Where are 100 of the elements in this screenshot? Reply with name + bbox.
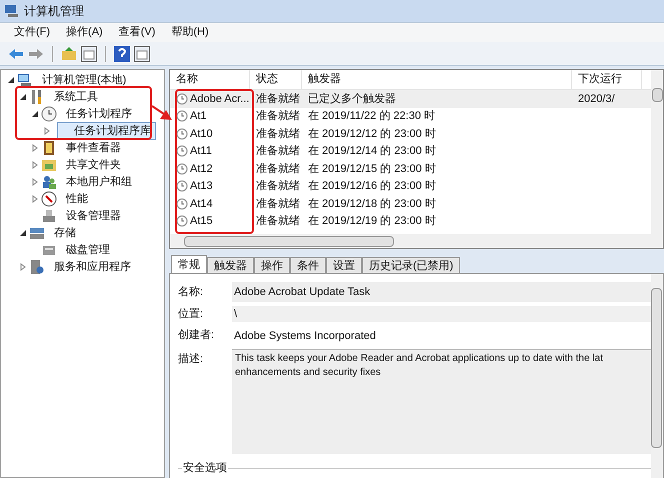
vertical-scrollbar[interactable] [651, 274, 663, 478]
table-cell-text: 在 2019/12/19 的 23:00 时 [307, 214, 437, 229]
pane-toggle-icon[interactable] [81, 46, 97, 62]
task-row[interactable]: At1 准备就绪 在 2019/11/22 的 22:30 时 [170, 108, 651, 125]
name-field[interactable]: Adobe Acrobat Update Task [232, 282, 651, 302]
tree-item[interactable]: 磁盘管理 [61, 240, 115, 258]
table-cell-text: 在 2019/12/18 的 23:00 时 [307, 196, 437, 212]
collapse-arrow-icon[interactable] [31, 110, 39, 118]
column-header[interactable]: 状态 [250, 70, 302, 89]
expand-arrow-icon[interactable] [31, 194, 39, 202]
tree-item[interactable]: 性能 [61, 190, 93, 208]
collapse-arrow-icon[interactable] [7, 76, 15, 84]
folder-up-icon[interactable] [61, 46, 77, 62]
clock-icon [176, 180, 188, 192]
description-field[interactable]: This task keeps your Adobe Reader and Acrobat applications up to date with the lat enhancements and security fixes [232, 348, 651, 454]
tree-item[interactable]: 共享文件夹 [61, 156, 126, 174]
expand-arrow-icon[interactable] [31, 144, 39, 152]
field-label: 描述: [178, 352, 204, 366]
table-cell-text: At13 [190, 179, 213, 194]
menu-item[interactable]: 操作(A) [60, 24, 109, 41]
tab[interactable]: 触发器 [207, 257, 254, 273]
task-row[interactable]: At12 准备就绪 在 2019/12/15 的 23:00 时 [170, 160, 651, 178]
field-label: 创建者: [178, 328, 216, 344]
column-header[interactable]: 名称 [170, 70, 250, 89]
tree-item[interactable]: 事件查看器 [61, 138, 126, 156]
tree-item[interactable]: 任务计划程序库 [57, 122, 156, 140]
table-cell-text: 准备就绪 [255, 126, 301, 142]
forward-arrow-icon[interactable] [28, 48, 44, 60]
column-header[interactable]: 下次运行 [572, 70, 642, 89]
tree-item[interactable]: 设备管理器 [61, 206, 126, 224]
expand-arrow-icon[interactable] [19, 262, 27, 270]
help-icon[interactable] [114, 46, 130, 62]
task-row[interactable]: Adobe Acr... 准备就绪 已定义多个触发器 2020/3/ [170, 90, 651, 108]
clock-icon [176, 128, 188, 140]
tree-item[interactable]: 任务计划程序 [61, 104, 137, 122]
clock-icon [41, 106, 57, 122]
collapse-arrow-icon[interactable] [19, 92, 27, 100]
annotation-arrow [152, 104, 172, 122]
table-cell-text: 在 2019/12/15 的 23:00 时 [307, 162, 437, 176]
table-cell-text: 已定义多个触发器 [307, 92, 397, 106]
table-cell-text: 在 2019/12/16 的 23:00 时 [307, 179, 437, 194]
table-cell-text: 准备就绪 [255, 214, 301, 229]
table-cell-text: Adobe Acr... [190, 92, 250, 106]
table-cell-text: 准备就绪 [255, 144, 301, 159]
pane-toggle-icon[interactable] [134, 46, 150, 62]
tree-item[interactable]: 计算机管理(本地) [37, 70, 132, 88]
computer-icon [4, 3, 20, 19]
tree-item[interactable]: 本地用户和组 [61, 172, 137, 190]
author-field[interactable]: Adobe Systems Incorporated [232, 326, 651, 344]
clock-icon [176, 215, 188, 228]
table-cell-text: 在 2019/12/14 的 23:00 时 [307, 144, 437, 159]
table-cell-text: 在 2019/11/22 的 22:30 时 [307, 109, 436, 124]
table-cell-text: 在 2019/12/12 的 23:00 时 [307, 126, 437, 142]
tab[interactable]: 条件 [290, 257, 326, 273]
menu-item[interactable]: 文件(F) [8, 24, 56, 41]
table-cell-text: 准备就绪 [255, 196, 301, 212]
services-icon [29, 258, 45, 274]
gauge-icon [41, 190, 57, 206]
table-cell-text: 准备就绪 [255, 109, 301, 124]
computer-icon [17, 72, 33, 88]
table-cell-text: 2020/3/ [577, 92, 616, 106]
menu-item[interactable]: 帮助(H) [165, 24, 215, 41]
vertical-scrollbar[interactable] [651, 70, 663, 234]
clock-icon [176, 92, 188, 105]
task-row[interactable]: At13 准备就绪 在 2019/12/16 的 23:00 时 [170, 178, 651, 195]
table-cell-text: 准备就绪 [255, 179, 301, 194]
tree-item[interactable]: 存储 [49, 224, 81, 242]
window-title: 计算机管理 [24, 3, 84, 20]
task-row[interactable]: At14 准备就绪 在 2019/12/18 的 23:00 时 [170, 195, 651, 212]
device-icon [41, 208, 57, 224]
menu-item[interactable]: 查看(V) [112, 24, 162, 41]
collapse-arrow-icon[interactable] [19, 228, 27, 236]
task-row[interactable]: At11 准备就绪 在 2019/12/14 的 23:00 时 [170, 142, 651, 160]
location-field[interactable]: \ [232, 306, 651, 322]
table-cell-text: At14 [190, 196, 213, 212]
tab[interactable]: 常规 [171, 255, 207, 273]
clock-icon [176, 198, 188, 210]
table-cell-text: At1 [190, 109, 207, 124]
field-label: 名称: [178, 284, 204, 300]
tree-item[interactable]: 系统工具 [49, 88, 103, 106]
users-icon [41, 174, 57, 190]
task-row[interactable]: At10 准备就绪 在 2019/12/12 的 23:00 时 [170, 125, 651, 142]
back-arrow-icon[interactable] [8, 48, 24, 60]
table-cell-text: At15 [190, 214, 213, 229]
column-header[interactable]: 触发器 [302, 70, 572, 89]
horizontal-scrollbar[interactable] [170, 234, 663, 248]
expand-arrow-icon[interactable] [31, 178, 39, 186]
expand-arrow-icon[interactable] [31, 160, 39, 168]
field-label: 位置: [178, 307, 204, 322]
tab[interactable]: 设置 [326, 257, 362, 273]
clock-icon [176, 145, 188, 158]
table-cell-text: 准备就绪 [255, 162, 301, 176]
group-label: 安全选项 [182, 462, 228, 474]
tab[interactable]: 操作 [254, 257, 290, 273]
tree-item[interactable]: 服务和应用程序 [49, 258, 136, 276]
clock-icon [176, 110, 188, 122]
expand-arrow-icon[interactable] [43, 126, 51, 134]
clock-icon [176, 162, 188, 175]
task-row[interactable]: At15 准备就绪 在 2019/12/19 的 23:00 时 [170, 212, 651, 230]
tab[interactable]: 历史记录(已禁用) [362, 257, 460, 273]
